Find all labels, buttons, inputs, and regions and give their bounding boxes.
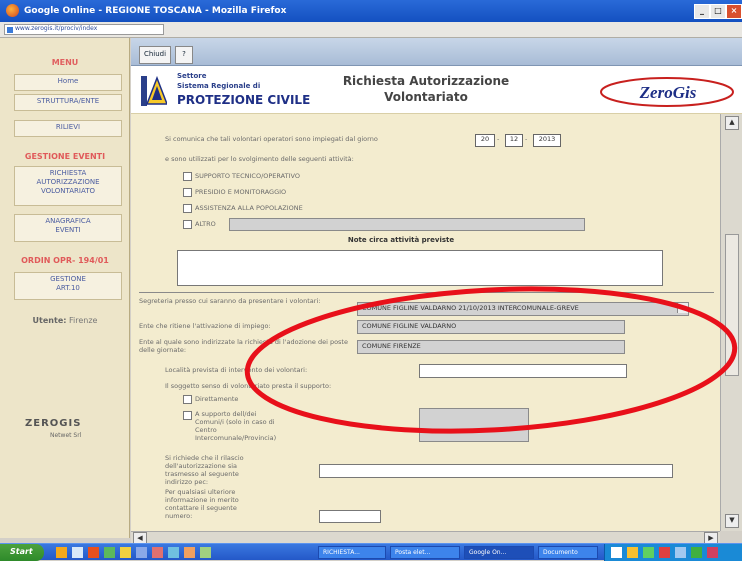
date-year-input[interactable]: 2013 <box>533 134 561 147</box>
anagrafica-line-1: ANAGRAFICA <box>45 217 91 225</box>
chiudi-button[interactable]: Chiudi <box>139 46 171 64</box>
utente-value: Firenze <box>68 316 98 325</box>
maximize-button[interactable]: □ <box>710 4 726 19</box>
page-title-line-2: Volontariato <box>384 90 468 104</box>
intro-label: Si comunica che tali volontari operatori… <box>165 135 378 143</box>
utente-label: Utente: <box>32 316 67 325</box>
tray-icon-7[interactable] <box>707 547 718 558</box>
quicklaunch-icon-10[interactable] <box>200 547 211 558</box>
taskbar: Start RICHIESTA... Posta elet... Google … <box>0 543 742 561</box>
date-sep-2: - <box>525 135 528 143</box>
gestione-eventi-title: GESTIONE EVENTI <box>24 152 106 161</box>
date-month-input[interactable]: 12 <box>505 134 523 147</box>
quicklaunch-icon-9[interactable] <box>184 547 195 558</box>
rilievi-button[interactable]: RILIEVI <box>14 120 122 137</box>
activity-checkbox-3[interactable] <box>183 204 192 213</box>
tray-icon-4[interactable] <box>659 547 670 558</box>
quicklaunch-icon-8[interactable] <box>168 547 179 558</box>
zerogis-small-sub: Netwet Srl <box>50 432 82 439</box>
tray-icon-3[interactable] <box>643 547 654 558</box>
direttamente-checkbox[interactable] <box>183 395 192 404</box>
task-item-2[interactable]: Posta elet... <box>390 546 460 559</box>
help-button[interactable]: ? <box>175 46 193 64</box>
app-toolbar: Chiudi ? <box>131 38 742 66</box>
site-icon <box>7 27 13 33</box>
quicklaunch-icon-7[interactable] <box>152 547 163 558</box>
quicklaunch-icon-4[interactable] <box>104 547 115 558</box>
scroll-down-icon[interactable]: ▼ <box>725 514 739 528</box>
utente-info: Utente: Firenze <box>0 316 130 325</box>
task-item-4[interactable]: Documento <box>538 546 598 559</box>
zerogis-logo-icon: ZeroGis <box>600 77 734 107</box>
sistema-text: Sistema Regionale di <box>177 82 261 90</box>
task-item-1[interactable]: RICHIESTA... <box>318 546 386 559</box>
richiesta-line-2: AUTORIZZAZIONE <box>36 178 100 186</box>
system-tray <box>604 544 742 561</box>
utilizzati-label: e sono utilizzati per lo svolgimento del… <box>165 155 354 163</box>
activity-label-3: ASSISTENZA ALLA POPOLAZIONE <box>195 204 303 212</box>
activity-label-1: SUPPORTO TECNICO/OPERATIVO <box>195 172 300 180</box>
anagrafica-line-2: EVENTI <box>55 226 81 234</box>
tray-icon-1[interactable] <box>611 547 622 558</box>
rilascio-label: Si richiede che il rilascio dell'autoriz… <box>165 454 244 486</box>
zerogis-logo-text: ZeroGis <box>639 83 697 102</box>
supporto-checkbox[interactable] <box>183 411 192 420</box>
tray-icon-5[interactable] <box>675 547 686 558</box>
direttamente-label: Direttamente <box>195 395 239 403</box>
tray-icon-6[interactable] <box>691 547 702 558</box>
gestione-line-2: ART.10 <box>56 284 80 292</box>
gestione-line-1: GESTIONE <box>50 275 86 283</box>
window-title: Google Online - REGIONE TOSCANA - Mozill… <box>24 6 287 16</box>
url-field[interactable]: www.zerogis.it/prociv/index <box>4 24 164 35</box>
anagrafica-eventi-button[interactable]: ANAGRAFICA EVENTI <box>14 214 122 242</box>
start-button[interactable]: Start <box>0 544 44 561</box>
home-button[interactable]: Home <box>14 74 122 91</box>
minimize-button[interactable]: _ <box>694 4 710 19</box>
note-title: Note circa attività previste <box>347 236 455 244</box>
activity-label-4: ALTRO <box>195 220 216 228</box>
telefono-input[interactable] <box>319 510 381 523</box>
date-day-input[interactable]: 20 <box>475 134 495 147</box>
address-bar: www.zerogis.it/prociv/index <box>0 22 742 38</box>
pec-input[interactable] <box>319 464 673 478</box>
activity-label-2: PRESIDIO E MONITORAGGIO <box>195 188 287 196</box>
quicklaunch-icon-1[interactable] <box>56 547 67 558</box>
richiesta-line-3: VOLONTARIATO <box>40 187 96 195</box>
activity-checkbox-4[interactable] <box>183 220 192 229</box>
window-titlebar: Google Online - REGIONE TOSCANA - Mozill… <box>0 0 742 22</box>
scroll-up-icon[interactable]: ▲ <box>725 116 739 130</box>
quicklaunch-icon-6[interactable] <box>136 547 147 558</box>
strutture-button[interactable]: STRUTTURA/ENTE <box>14 94 122 111</box>
protezione-civile-text: PROTEZIONE CIVILE <box>177 93 311 107</box>
task-item-3[interactable]: Google On... <box>464 546 534 559</box>
tray-icon-2[interactable] <box>627 547 638 558</box>
horizontal-scrollbar[interactable]: ◀ ▶ <box>131 531 720 546</box>
scroll-corner <box>720 531 742 543</box>
activity-checkbox-1[interactable] <box>183 172 192 181</box>
close-window-button[interactable]: × <box>726 4 742 19</box>
richiesta-line-1: RICHIESTA <box>49 169 87 177</box>
sidebar: MENU Home STRUTTURA/ENTE RILIEVI GESTION… <box>0 38 130 538</box>
page-title-line-1: Richiesta Autorizzazione <box>342 74 510 88</box>
quicklaunch-icon-2[interactable] <box>72 547 83 558</box>
menu-title: MENU <box>51 58 79 67</box>
protezione-civile-logo-icon <box>141 76 167 106</box>
highlight-ellipse <box>244 286 738 434</box>
altro-input[interactable] <box>229 218 585 231</box>
zerogis-small-text: ZEROGIS <box>25 418 82 429</box>
richiesta-autorizzazione-button[interactable]: RICHIESTA AUTORIZZAZIONE VOLONTARIATO <box>14 166 122 206</box>
ord-title: ORDIN OPR- 194/01 <box>21 256 109 265</box>
page-header: Settore Sistema Regionale di PROTEZIONE … <box>131 66 742 114</box>
quicklaunch-icon-5[interactable] <box>120 547 131 558</box>
date-sep-1: - <box>497 135 500 143</box>
contatti-label: Per qualsiasi ulteriore informazione in … <box>165 488 239 520</box>
activity-checkbox-2[interactable] <box>183 188 192 197</box>
zerogis-small-logo: ZEROGIS Netwet Srl <box>10 414 120 444</box>
url-text: www.zerogis.it/prociv/index <box>15 25 98 32</box>
firefox-icon <box>6 4 19 17</box>
settore-text: Settore <box>177 72 207 80</box>
note-textarea[interactable] <box>177 250 663 286</box>
gestione-art10-button[interactable]: GESTIONE ART.10 <box>14 272 122 300</box>
quicklaunch-icon-3[interactable] <box>88 547 99 558</box>
